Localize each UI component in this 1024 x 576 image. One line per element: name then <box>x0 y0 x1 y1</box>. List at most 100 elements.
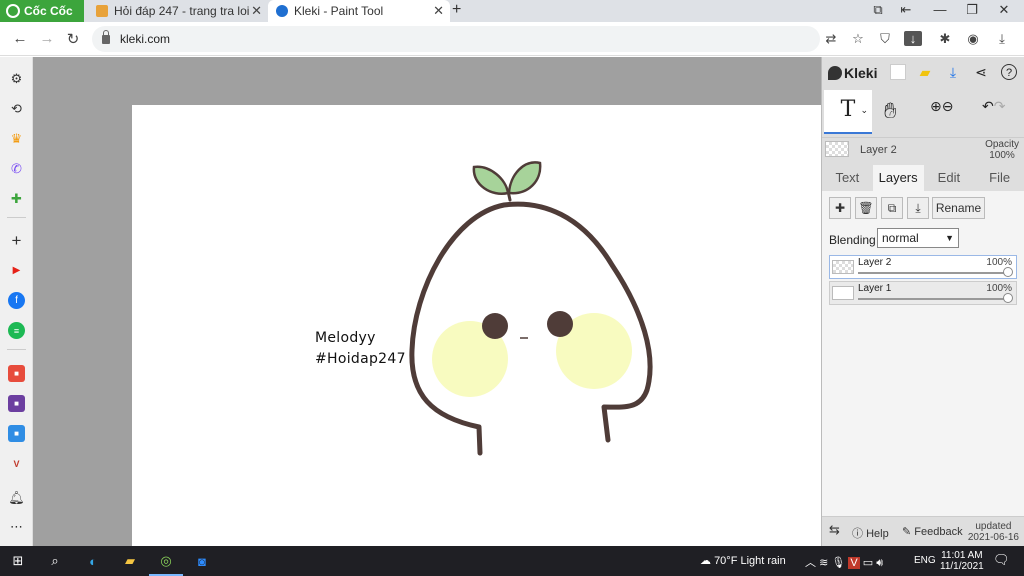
share-icon[interactable]: ⋖ <box>973 64 989 80</box>
open-folder-icon[interactable]: ▰ <box>917 64 933 80</box>
game-controller-icon[interactable]: ✚ <box>8 190 25 207</box>
bookmark-star-icon[interactable]: ☆ <box>849 31 867 47</box>
search-icon[interactable]: ⌕ <box>45 551 65 571</box>
cloud-icon: ☁ <box>700 555 711 567</box>
tab-kleki[interactable]: Kleki - Paint Tool ✕ <box>268 0 450 22</box>
feedback-link[interactable]: ✎ Feedback <box>902 525 963 538</box>
save-download-icon[interactable]: ⤓ <box>945 64 961 80</box>
forward-icon[interactable]: → <box>38 30 56 47</box>
anime-app-icon[interactable]: ■ <box>8 395 25 412</box>
minimize-icon[interactable]: — <box>928 2 952 17</box>
kleki-logo[interactable]: Kleki <box>828 65 877 81</box>
extensions-puzzle-icon[interactable]: ✱ <box>936 31 954 47</box>
tab-text[interactable]: Text <box>822 165 873 191</box>
coccoc-menu-button[interactable]: Cốc Cốc <box>0 0 84 22</box>
vivaldi-icon[interactable]: V <box>848 557 860 569</box>
text-tool-button[interactable]: T ⌄ <box>824 90 872 134</box>
weather-text: 70°F Light rain <box>714 555 786 567</box>
tab-hoidap247[interactable]: Hỏi đáp 247 - trang tra loi ✕ <box>88 0 268 22</box>
zoom-app-icon[interactable]: ◙ <box>192 551 212 571</box>
screenshot-icon[interactable]: ⧉ <box>866 2 890 18</box>
coccoc-taskbar-icon[interactable]: ◎ <box>156 551 176 571</box>
hand-tool-icon[interactable]: ✋︎ <box>884 98 897 124</box>
youtube-icon[interactable]: ▶ <box>8 262 25 279</box>
new-tab-icon[interactable]: + <box>452 1 461 19</box>
drawing-canvas-area[interactable]: Melodyy #Hoidap247 <box>33 57 821 546</box>
back-arrow-icon[interactable]: ⇤ <box>894 2 918 18</box>
tab-title: Hỏi đáp 247 - trang tra loi <box>114 4 250 18</box>
wifi-icon[interactable]: ≋ <box>819 557 828 569</box>
close-tab-icon[interactable]: ✕ <box>433 3 444 19</box>
close-tab-icon[interactable]: ✕ <box>251 3 262 19</box>
clock[interactable]: 11:01 AM 11/1/2021 <box>940 550 984 572</box>
shopee-icon[interactable]: ■ <box>8 365 25 382</box>
new-image-icon[interactable] <box>890 64 906 80</box>
delete-layer-button[interactable]: 🗑︎ <box>855 197 877 219</box>
downloads-icon[interactable]: ⤓ <box>993 31 1011 47</box>
layers-pane: ✚ 🗑︎ ⧉ ⤓ Rename Blending normal ▼ Layer … <box>822 191 1024 516</box>
blending-select[interactable]: normal ▼ <box>877 228 959 248</box>
calendar-app-icon[interactable]: ■ <box>8 425 25 442</box>
help-link[interactable]: ⓘ Help <box>852 525 889 541</box>
canvas-text-line: #Hoidap247 <box>315 351 406 367</box>
notification-bell-icon[interactable]: 🔔︎ <box>8 489 25 506</box>
swap-side-icon[interactable]: ⇆ <box>829 522 840 538</box>
sidebar-divider <box>7 349 26 350</box>
back-icon[interactable]: ← <box>11 30 29 47</box>
tab-edit[interactable]: Edit <box>924 165 975 191</box>
vtv-icon[interactable]: V <box>8 455 25 472</box>
notification-center-icon[interactable]: 🗨︎ <box>993 552 1010 568</box>
right-leaf <box>507 161 542 195</box>
panel-header: Kleki ▰ ⤓ ⋖ ? <box>822 57 1024 88</box>
windows-start-icon[interactable]: ⊞ <box>8 551 28 571</box>
tab-file[interactable]: File <box>974 165 1024 191</box>
opacity-slider-track[interactable] <box>858 272 1010 274</box>
help-circle-icon[interactable]: ? <box>1001 64 1017 80</box>
chevron-down-icon[interactable]: ⌄ <box>860 90 868 130</box>
add-layer-button[interactable]: ✚ <box>829 197 851 219</box>
address-bar[interactable]: kleki.com <box>92 26 820 52</box>
microphone-icon[interactable]: 🎙︎ <box>831 557 845 569</box>
canvas-text: Melodyy #Hoidap247 <box>315 328 406 370</box>
chevron-up-icon[interactable]: ︿ <box>805 557 816 569</box>
undo-redo-icon[interactable]: ↶↷ <box>982 98 1005 115</box>
opacity-slider-handle[interactable] <box>1003 267 1013 277</box>
translate-icon[interactable]: ⇄ <box>822 31 840 47</box>
shield-icon[interactable]: ⛉ <box>876 31 894 47</box>
restore-icon[interactable]: ❐ <box>960 2 984 18</box>
clock-date: 11/1/2021 <box>940 561 984 572</box>
file-explorer-icon[interactable]: ▰ <box>120 551 140 571</box>
layer-row-1[interactable]: Layer 1 100% <box>829 281 1017 305</box>
drawing-canvas[interactable]: Melodyy #Hoidap247 <box>132 105 821 546</box>
reload-icon[interactable]: ↻ <box>64 30 82 48</box>
crown-icon[interactable]: ♛ <box>8 130 25 147</box>
download-extension-icon[interactable]: ↓ <box>904 31 922 46</box>
history-icon[interactable]: ⟲ <box>8 100 25 117</box>
network-icon[interactable]: ▭ <box>863 557 873 569</box>
spotify-icon[interactable]: ≡ <box>8 322 25 339</box>
more-options-icon[interactable]: ⋯ <box>8 518 25 535</box>
opacity-slider-handle[interactable] <box>1003 293 1013 303</box>
edge-icon[interactable]: ◐ <box>83 551 103 571</box>
weather-widget[interactable]: ☁ 70°F Light rain <box>700 554 786 567</box>
windows-taskbar: ⊞ ⌕ ◐ ▰ ◎ ◙ ☁ 70°F Light rain ︿ ≋ 🎙︎ V ▭… <box>0 546 1024 576</box>
rename-layer-button[interactable]: Rename <box>932 197 985 219</box>
merge-layer-button[interactable]: ⤓ <box>907 197 929 219</box>
zoom-in-out-icon[interactable]: ⊕⊖ <box>930 98 953 115</box>
close-window-icon[interactable]: ✕ <box>992 2 1016 18</box>
opacity-slider-track[interactable] <box>858 298 1010 300</box>
clock-time: 11:01 AM <box>941 550 983 561</box>
duplicate-layer-button[interactable]: ⧉ <box>881 197 903 219</box>
volume-icon[interactable]: 🔊︎ <box>876 557 883 569</box>
opacity-value: 100% <box>989 150 1015 161</box>
input-language[interactable]: ENG <box>914 555 936 566</box>
tab-layers[interactable]: Layers <box>872 165 924 191</box>
settings-gear-icon[interactable]: ⚙ <box>8 70 25 87</box>
layer-row-2[interactable]: Layer 2 100% <box>829 255 1017 279</box>
add-shortcut-icon[interactable]: + <box>8 231 25 250</box>
profile-icon[interactable]: ◉ <box>964 31 982 47</box>
system-tray[interactable]: ︿ ≋ 🎙︎ V ▭ 🔊︎ <box>805 554 883 570</box>
tab-title: Kleki - Paint Tool <box>294 4 384 18</box>
facebook-icon[interactable]: f <box>8 292 25 309</box>
messenger-icon[interactable]: ✆ <box>8 160 25 177</box>
